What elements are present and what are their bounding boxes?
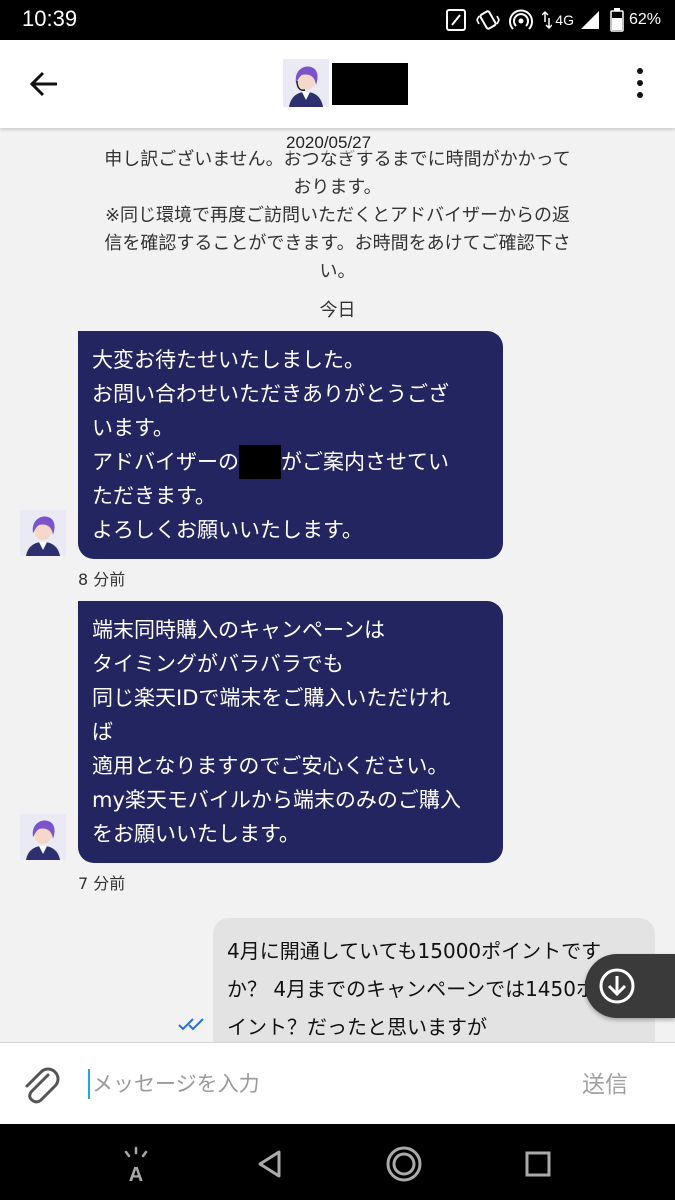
- signal-icon: [580, 11, 599, 29]
- message-composer: 送信: [0, 1042, 675, 1124]
- system-message-line: おります。: [293, 177, 382, 198]
- system-nav-bar: A: [0, 1124, 675, 1200]
- message-line: アドバイザーの がご案内させてい: [92, 445, 489, 479]
- day-separator: 今日: [319, 300, 356, 321]
- message-line: をお願いいたします。: [92, 822, 300, 846]
- date-chip: 2020/05/27: [280, 133, 378, 153]
- more-vertical-icon[interactable]: [622, 62, 658, 104]
- agent-message-bubble: 大変お待たせいたしました。 お問い合わせいただきありがとうござ います。 アドバ…: [78, 331, 503, 559]
- system-message-line: ※同じ環境で再度ご訪問いただくとアドバイザーからの返: [104, 205, 571, 226]
- system-message-line: 信を確認することができます。お時間をあけてご確認下さ: [104, 233, 571, 254]
- paperclip-icon: [25, 1067, 60, 1104]
- system-message-line: い。: [319, 261, 356, 282]
- vibrate-icon: [476, 10, 501, 30]
- status-icons: 4G 62%: [445, 6, 661, 34]
- attach-button[interactable]: [18, 1063, 62, 1107]
- agent-avatar: [20, 510, 66, 556]
- message-line: よろしくお願いいたします。: [92, 518, 363, 542]
- message-timestamp: 8 分前: [78, 570, 126, 589]
- hotspot-icon: [509, 9, 534, 30]
- read-checkmarks-icon: [178, 1018, 204, 1031]
- chat-header: [0, 40, 675, 128]
- back-button[interactable]: [22, 64, 66, 104]
- message-line: 同じ楽天IDで端末をご購入いただけれ: [92, 686, 451, 710]
- nfc-icon: [446, 9, 467, 31]
- message-line: 4月に開通していても15000ポイントです: [227, 939, 602, 963]
- arrow-down-circle-icon: [599, 968, 635, 1004]
- message-line: タイミングがバラバラでも: [92, 652, 344, 676]
- svg-text:A: A: [129, 1164, 143, 1184]
- send-button[interactable]: 送信: [566, 1065, 644, 1105]
- back-triangle-icon[interactable]: [248, 1142, 292, 1186]
- status-time: 10:39: [22, 6, 78, 31]
- message-line: イント？だったと思いますが: [227, 1015, 487, 1039]
- advisor-name-redacted: [332, 63, 408, 105]
- agent-message-bubble: 端末同時購入のキャンペーンは タイミングがバラバラでも 同じ楽天IDで端末をご購…: [78, 601, 503, 863]
- message-line: my楽天モバイルから端末のみのご購入: [92, 788, 461, 812]
- message-line: 端末同時購入のキャンペーンは: [92, 618, 385, 642]
- battery-percent: 62%: [628, 11, 661, 28]
- advisor-name-redacted: [239, 445, 281, 479]
- message-line: 適用となりますのでご安心ください。: [92, 754, 449, 778]
- agent-avatar: [20, 814, 66, 860]
- home-circle-icon[interactable]: [382, 1142, 426, 1186]
- message-line: います。: [92, 416, 174, 440]
- message-line: お問い合わせいただきありがとうござ: [92, 382, 449, 406]
- recents-square-icon[interactable]: [516, 1142, 560, 1186]
- data-arrows-icon: [542, 10, 553, 30]
- chat-area[interactable]: 申し訳ございません。おつなぎするまでに時間がかかって おります。 ※同じ環境で再…: [0, 128, 675, 1042]
- arrow-left-icon: [29, 71, 57, 97]
- message-line: ただきます。: [92, 484, 216, 508]
- message-text: アドバイザーの: [92, 450, 239, 474]
- system-message: 申し訳ございません。おつなぎするまでに時間がかかって おります。 ※同じ環境で再…: [80, 146, 595, 286]
- battery-icon: [610, 8, 624, 32]
- message-timestamp: 7 分前: [78, 874, 126, 893]
- message-line: か？ 4月までのキャンペーンでは1450ポ: [227, 977, 596, 1001]
- message-line: 大変お待たせいたしました。: [92, 348, 365, 372]
- message-input[interactable]: [92, 1065, 542, 1103]
- message-text: がご案内させてい: [281, 450, 449, 474]
- accessibility-icon[interactable]: A: [114, 1142, 158, 1186]
- scroll-to-bottom-button[interactable]: [585, 954, 675, 1018]
- network-type: 4G: [555, 12, 574, 28]
- text-caret: [88, 1069, 90, 1099]
- status-bar: 10:39 4G 62%: [0, 0, 675, 40]
- message-line: ば: [92, 720, 113, 744]
- advisor-avatar: [283, 59, 329, 107]
